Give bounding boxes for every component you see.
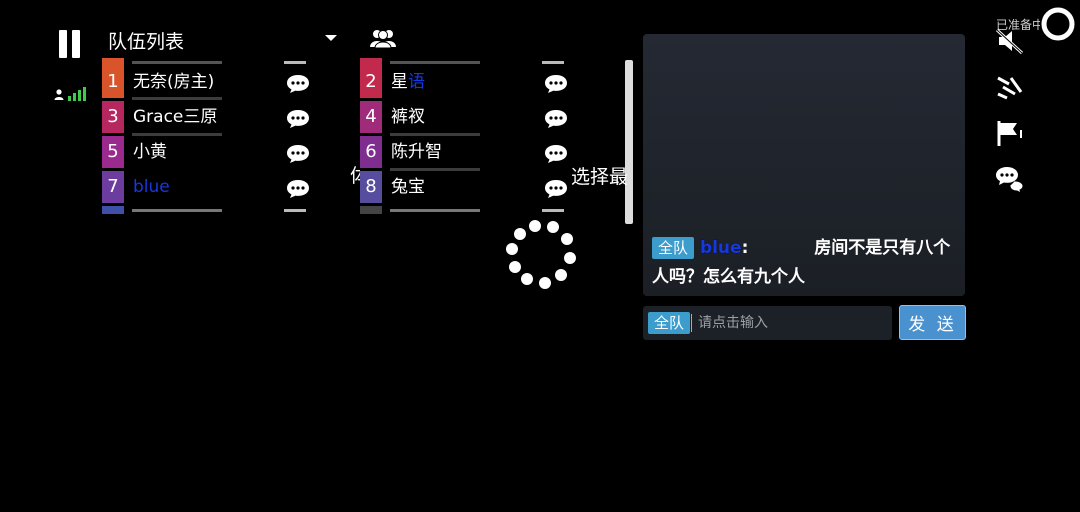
team-list-left: 1 无奈(房主) 3 Grace三原 5 小黄 7 blue (102, 58, 312, 218)
slot-number: 5 (102, 136, 124, 168)
select-map-label: 选择最 (571, 166, 629, 188)
input-channel-tag[interactable]: 全队 (648, 312, 691, 334)
message-separator: : (741, 238, 749, 258)
message-text: 房间不是只有八个人吗？怎么有九个人 (652, 238, 951, 287)
player-name: 裤衩 (391, 107, 425, 127)
player-slot-5[interactable]: 5 小黄 (102, 136, 312, 168)
channel-tag: 全队 (652, 237, 695, 259)
slot-number: 2 (360, 66, 382, 98)
chat-message: 全队 blue: 房间不是只有八个人吗？怎么有九个人 (652, 234, 962, 292)
slot-number: 3 (102, 101, 124, 133)
chat-bubble-icon[interactable] (286, 74, 310, 94)
send-button[interactable]: 发 送 (899, 305, 966, 340)
player-name: Grace三原 (133, 107, 218, 127)
player-name: 星语 (391, 72, 425, 92)
chat-bubble-icon[interactable] (544, 179, 568, 199)
message-sender: blue (699, 238, 742, 258)
mute-icon[interactable] (995, 26, 1025, 56)
chat-bubble-icon[interactable] (286, 179, 310, 199)
team-list-right: 2 星语 4 裤衩 6 陈升智 8 兔宝 (360, 58, 570, 218)
player-name: blue (133, 177, 170, 197)
signal-icon (68, 86, 86, 101)
team-list-title: 队伍列表 (108, 31, 185, 53)
player-slot-6[interactable]: 6 陈升智 (360, 136, 570, 168)
chat-bubble-icon[interactable] (286, 109, 310, 129)
voice-chat-icon[interactable] (995, 164, 1025, 194)
team-icon[interactable] (367, 28, 399, 48)
chat-panel[interactable]: 全队 blue: 房间不是只有八个人吗？怎么有九个人 (643, 34, 965, 296)
slot-number: 4 (360, 101, 382, 133)
player-slot-3[interactable]: 3 Grace三原 (102, 101, 312, 133)
player-slot-7[interactable]: 7 blue (102, 171, 312, 203)
chat-bubble-icon[interactable] (544, 109, 568, 129)
player-slot-8[interactable]: 8 兔宝 (360, 171, 570, 203)
signal-indicator (54, 86, 90, 102)
partial-label: 体 (350, 165, 360, 187)
chat-input[interactable] (698, 311, 883, 335)
slot-number: 8 (360, 171, 382, 203)
slot-number: 7 (102, 171, 124, 203)
player-slot-2[interactable]: 2 星语 (360, 66, 570, 98)
loading-spinner-icon (502, 218, 578, 294)
chat-input-bar[interactable]: 全队 (643, 306, 892, 340)
chat-bubble-icon[interactable] (544, 74, 568, 94)
player-slot-4[interactable]: 4 裤衩 (360, 101, 570, 133)
ring-icon[interactable] (1040, 6, 1076, 42)
player-name: 小黄 (133, 142, 167, 162)
chevron-down-icon[interactable] (325, 35, 337, 41)
user-icon (54, 89, 64, 100)
pause-button[interactable] (56, 30, 84, 60)
chat-bubble-icon[interactable] (286, 144, 310, 164)
team-list-scrollbar[interactable] (625, 60, 633, 224)
slot-number: 6 (360, 136, 382, 168)
player-name: 陈升智 (391, 142, 442, 162)
scroll-ghost-row (102, 58, 312, 66)
player-name: 无奈(房主) (133, 72, 215, 92)
flag-icon[interactable] (995, 118, 1025, 148)
sparkle-icon[interactable] (995, 72, 1025, 102)
pause-icon (59, 30, 67, 58)
player-name: 兔宝 (391, 177, 425, 197)
chat-bubble-icon[interactable] (544, 144, 568, 164)
